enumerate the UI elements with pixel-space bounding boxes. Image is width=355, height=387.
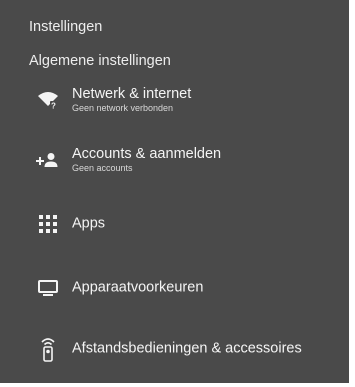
menu-item-label: Netwerk & internet <box>72 86 192 102</box>
menu-item-label: Apparaatvoorkeuren <box>72 279 204 296</box>
menu-item-label: Afstandsbedieningen & accessoires <box>72 340 302 357</box>
settings-panel: Instellingen Algemene instellingen ? Net… <box>0 0 349 383</box>
menu-item-label: Apps <box>72 215 106 232</box>
menu-item-accounts[interactable]: Accounts & aanmelden Geen accounts <box>20 138 342 182</box>
svg-text:?: ? <box>51 102 56 111</box>
remote-icon <box>34 335 62 363</box>
page-title: Instellingen <box>29 19 103 35</box>
menu-item-sublabel: Geen network verbonden <box>72 103 174 113</box>
menu-item-sublabel: Geen accounts <box>72 163 133 173</box>
apps-grid-icon <box>34 210 62 238</box>
menu-item-label: Accounts & aanmelden <box>72 146 222 162</box>
menu-item-remotes-accessories[interactable]: Afstandsbedieningen & accessoires <box>20 327 342 371</box>
add-account-icon <box>34 146 62 174</box>
menu-item-network[interactable]: ? Netwerk & internet Geen network verbon… <box>20 78 342 122</box>
tv-icon <box>34 274 62 302</box>
wifi-off-icon: ? <box>34 86 62 114</box>
section-title: Algemene instellingen <box>29 53 171 69</box>
menu-item-apps[interactable]: Apps <box>20 202 342 246</box>
menu-item-device-preferences[interactable]: Apparaatvoorkeuren <box>20 266 342 310</box>
